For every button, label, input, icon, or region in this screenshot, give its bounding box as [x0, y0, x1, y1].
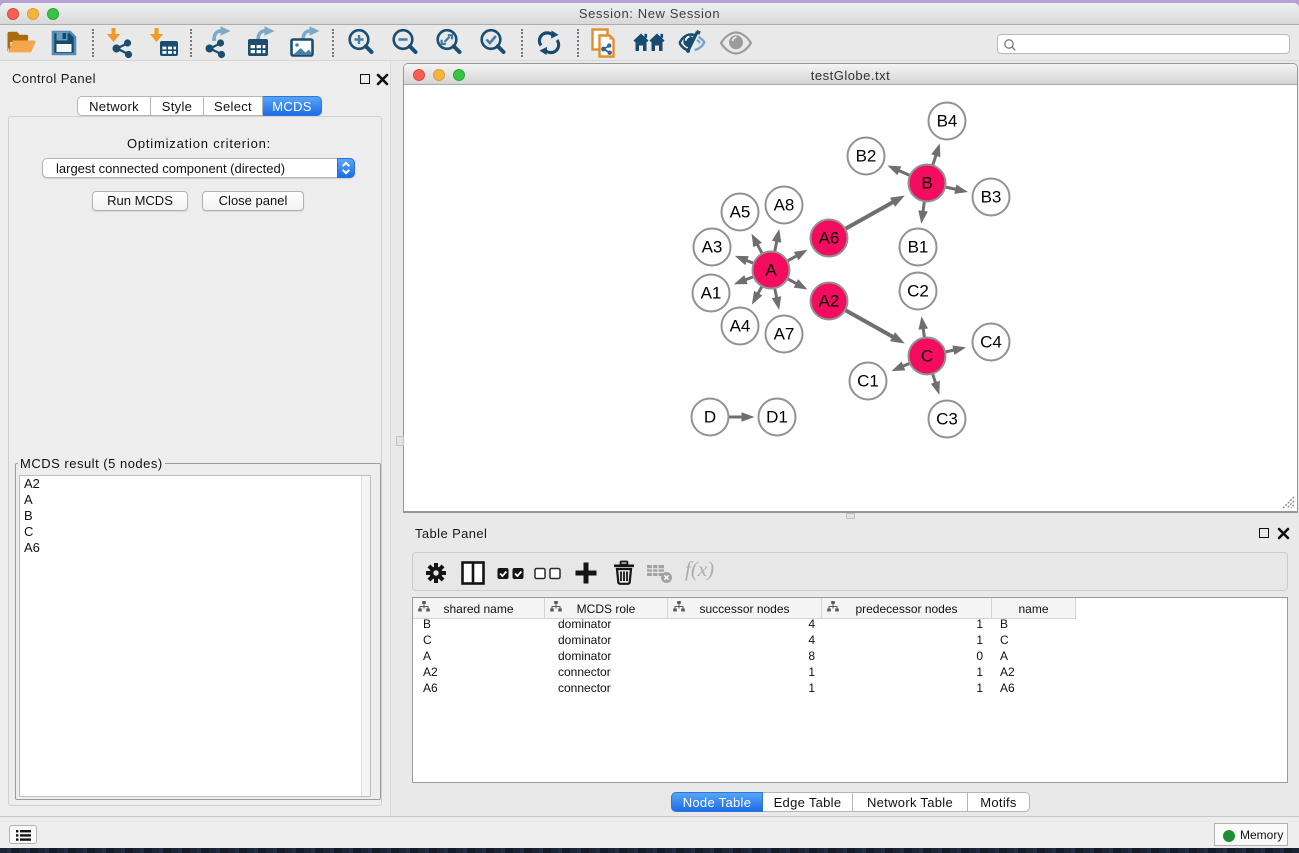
svg-text:C1: C1	[857, 372, 879, 391]
svg-text:B4: B4	[937, 112, 958, 131]
svg-text:B2: B2	[856, 147, 877, 166]
svg-text:A8: A8	[774, 196, 795, 215]
svg-text:A6: A6	[819, 229, 840, 248]
svg-text:D1: D1	[766, 408, 788, 427]
svg-text:A2: A2	[819, 292, 840, 311]
svg-text:C3: C3	[936, 410, 958, 429]
svg-text:C2: C2	[907, 282, 929, 301]
svg-text:B: B	[921, 174, 932, 193]
svg-text:A7: A7	[774, 325, 795, 344]
svg-text:A4: A4	[730, 317, 751, 336]
svg-text:A1: A1	[701, 284, 722, 303]
svg-text:A3: A3	[702, 238, 723, 257]
svg-text:B1: B1	[908, 238, 929, 257]
svg-text:D: D	[704, 408, 716, 427]
svg-text:B3: B3	[981, 188, 1002, 207]
svg-text:C: C	[921, 347, 933, 366]
svg-text:C4: C4	[980, 333, 1002, 352]
svg-text:A5: A5	[730, 203, 751, 222]
svg-text:A: A	[765, 261, 777, 280]
